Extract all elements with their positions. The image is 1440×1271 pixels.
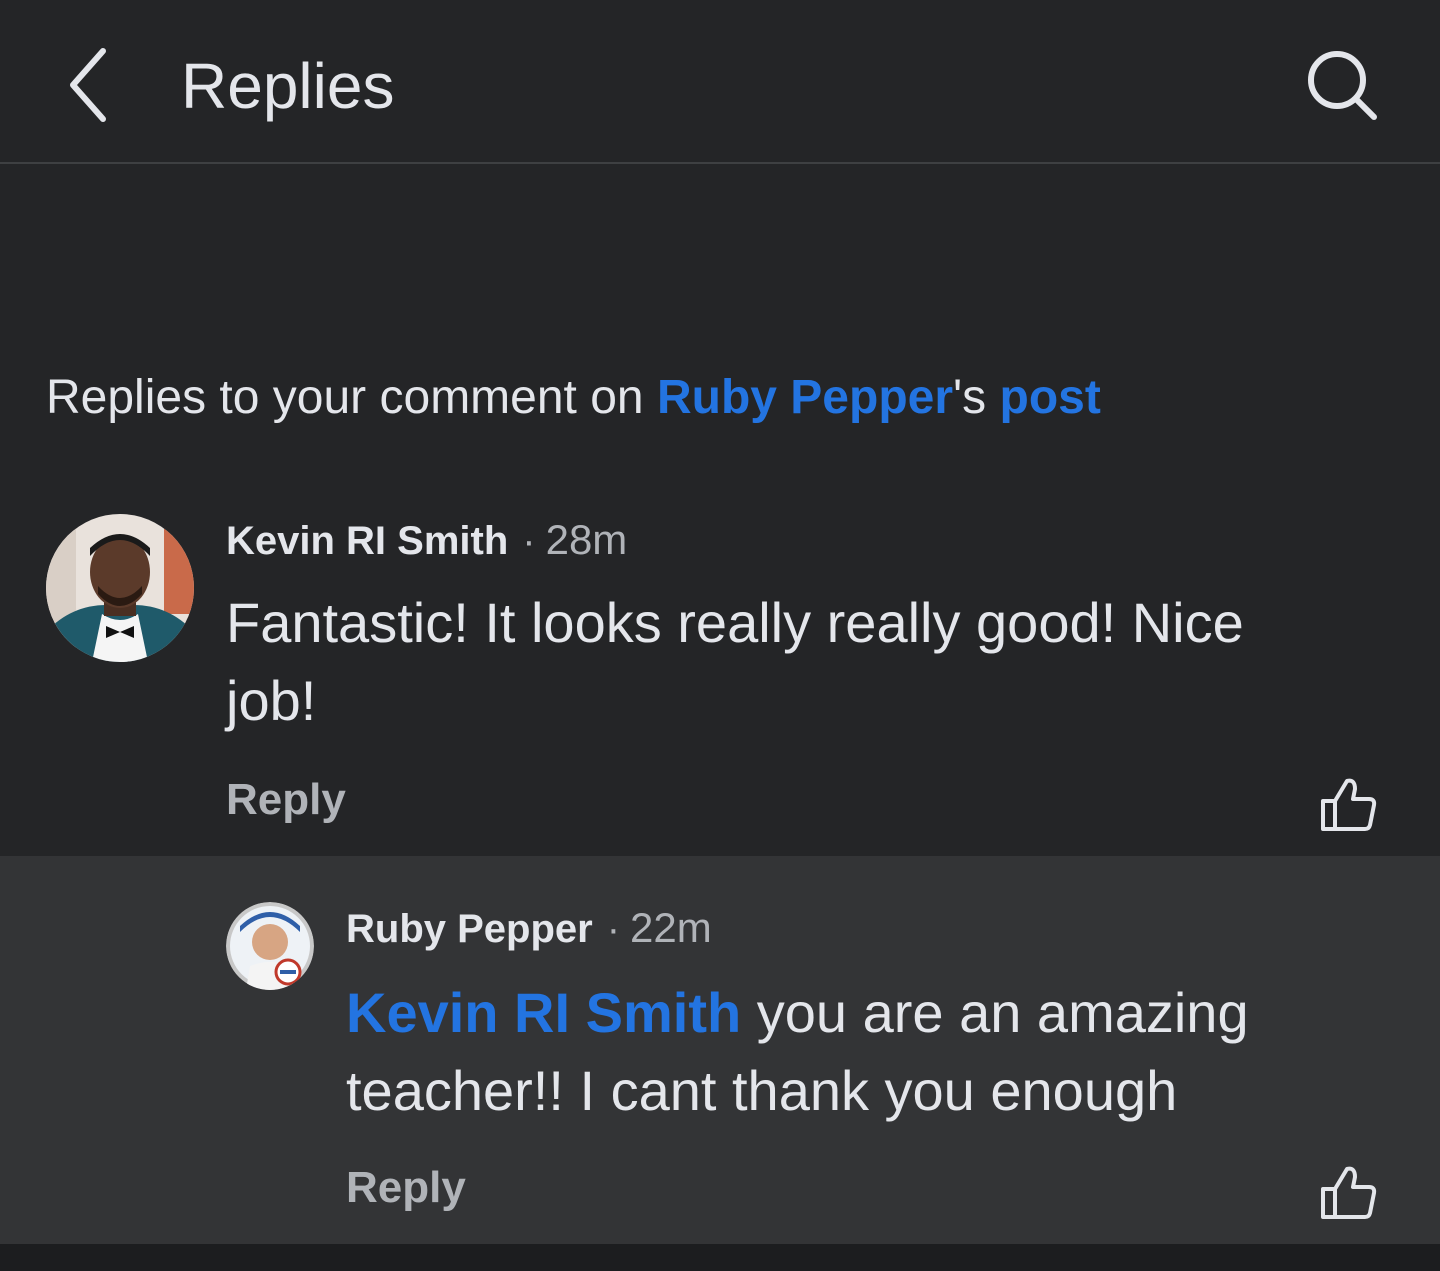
comment-meta: Ruby Pepper · 22m [346,900,712,957]
comment: Kevin RI Smith · 28m Fantastic! It looks r… [0,490,1440,856]
like-button[interactable] [1314,1158,1384,1228]
page-title: Replies [181,50,395,122]
comment-timestamp[interactable]: 22m [630,904,712,951]
post-author-link[interactable]: Ruby Pepper [657,371,953,424]
comment-text: Kevin RI Smith you are an amazing teache… [346,974,1346,1130]
meta-separator: · [522,519,536,563]
search-button[interactable] [1296,40,1388,130]
avatar[interactable] [46,514,194,662]
chevron-left-icon [70,48,106,122]
reply-button[interactable]: Reply [346,1158,466,1218]
search-icon [1308,51,1377,120]
meta-separator: · [606,907,621,951]
comment: Ruby Pepper · 22m Kevin RI Smith you are a… [0,856,1440,1244]
back-button[interactable] [52,40,124,130]
avatar[interactable] [226,902,314,990]
context-possessive: 's [953,371,1000,424]
reply-button[interactable]: Reply [226,770,346,830]
thumbs-up-icon [1321,778,1377,831]
post-link[interactable]: post [1000,371,1101,424]
replies-screen: Replies Replies to your comment on Ruby … [0,0,1440,1271]
replies-context-line: Replies to your comment on Ruby Pepper's… [46,366,1101,430]
comment-text: Fantastic! It looks really really good! … [226,591,1244,732]
comment-author[interactable]: Kevin RI Smith [226,519,508,563]
comment-author[interactable]: Ruby Pepper [346,907,593,951]
context-prefix: Replies to your comment on [46,371,657,424]
comment-timestamp[interactable]: 28m [546,516,628,563]
thumbs-up-icon [1321,1166,1377,1219]
mention-link[interactable]: Kevin RI Smith [346,981,741,1044]
profile-photo [226,902,314,990]
bottom-divider [0,1244,1440,1271]
top-bar: Replies [0,0,1440,164]
comment-meta: Kevin RI Smith · 28m [226,512,627,569]
profile-photo [46,514,194,662]
like-button[interactable] [1314,770,1384,840]
